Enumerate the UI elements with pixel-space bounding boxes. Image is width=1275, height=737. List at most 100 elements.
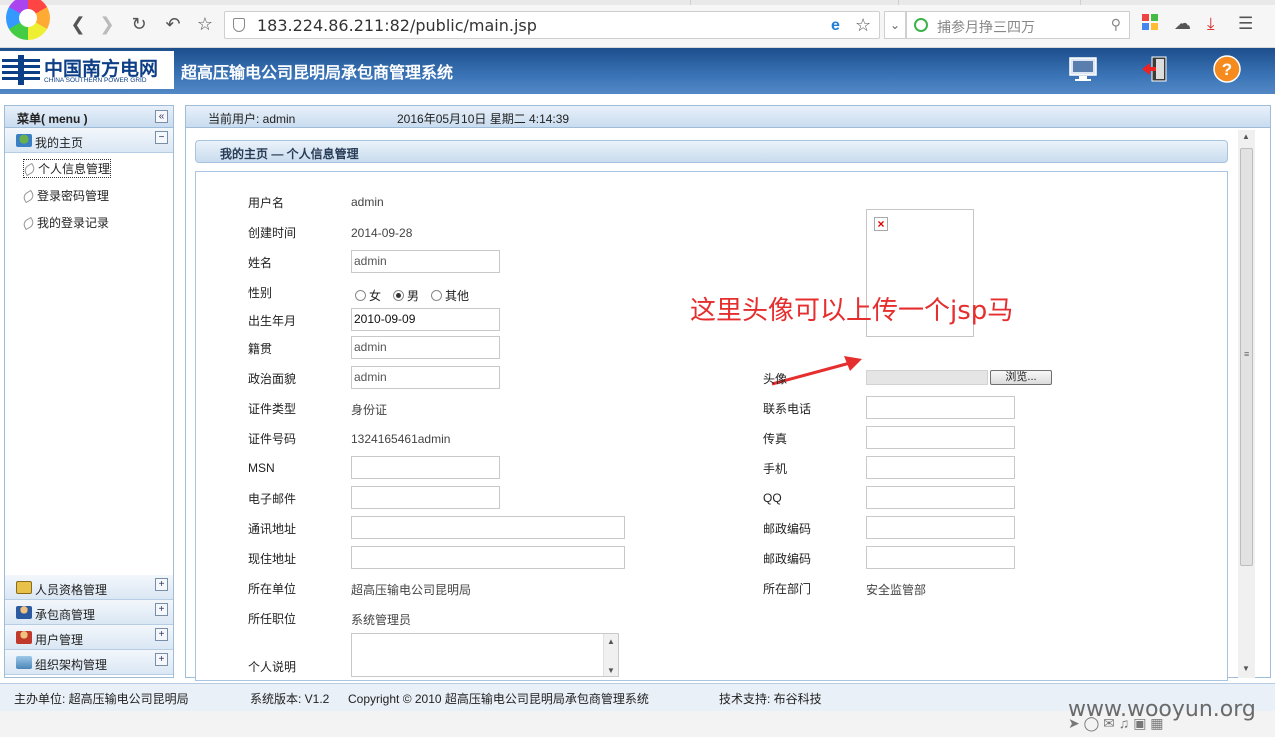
sidebar-group-organization[interactable]: 组织架构管理 + — [5, 650, 173, 675]
menu-icon[interactable]: ☰ — [1238, 14, 1253, 34]
zip-label-2: 邮政编码 — [763, 552, 812, 566]
sidebar-group-label: 人员资格管理 — [35, 583, 108, 597]
msn-field[interactable] — [351, 456, 500, 479]
help-icon[interactable]: ? — [1212, 54, 1242, 84]
address-field[interactable] — [351, 516, 625, 539]
sidebar-group-contractor[interactable]: 承包商管理 + — [5, 600, 173, 625]
name-field[interactable]: admin — [351, 250, 500, 273]
url-text[interactable]: 183.224.86.211:82/public/main.jsp — [257, 16, 537, 35]
address-bar[interactable]: 183.224.86.211:82/public/main.jsp e ☆ — [224, 11, 880, 39]
undo-icon[interactable]: ↶ — [162, 13, 184, 35]
fax-field[interactable] — [866, 426, 1015, 449]
native-field[interactable]: admin — [351, 336, 500, 359]
sidebar-item-label: 登录密码管理 — [37, 189, 110, 203]
svg-text:?: ? — [1222, 60, 1232, 79]
radio-label: 男 — [407, 289, 420, 303]
sidebar-item-profile[interactable]: 个人信息管理 — [22, 159, 112, 178]
sidebar-group-qualification[interactable]: 人员资格管理 + — [5, 575, 173, 600]
id-card-icon — [16, 581, 32, 594]
scroll-down-icon[interactable]: ▼ — [604, 666, 618, 675]
annotation-text: 这里头像可以上传一个jsp马 — [690, 296, 1014, 326]
phone-field[interactable] — [866, 396, 1015, 419]
current-address-field[interactable] — [351, 546, 625, 569]
radio-icon — [355, 290, 366, 301]
scroll-up-icon[interactable]: ▲ — [604, 637, 618, 646]
tab-strip[interactable] — [0, 0, 1275, 5]
chevron-down-icon[interactable]: ⌄ — [884, 11, 906, 39]
unit-label: 所在单位 — [248, 582, 297, 596]
sidebar-group-home[interactable]: 我的主页 − — [5, 128, 173, 153]
dept-label: 所在部门 — [763, 582, 812, 596]
sidebar-item-login-records[interactable]: 我的登录记录 — [21, 214, 110, 231]
favorite-star-icon[interactable]: ☆ — [855, 15, 871, 36]
bookmark-icon[interactable]: ☆ — [194, 13, 216, 35]
email-field[interactable] — [351, 486, 500, 509]
collapse-group-button[interactable]: − — [155, 131, 168, 144]
gender-female-radio[interactable]: 女 — [355, 287, 381, 304]
position-value: 系统管理员 — [351, 613, 412, 627]
expand-group-button[interactable]: + — [155, 603, 168, 616]
download-icon[interactable]: ⤓ — [1207, 14, 1215, 34]
current-address-label: 现住地址 — [248, 552, 297, 566]
expand-group-button[interactable]: + — [155, 578, 168, 591]
reload-icon[interactable]: ↻ — [128, 13, 150, 35]
avatar-file-input[interactable] — [866, 370, 988, 385]
app-header: 中国南方电网 CHINA SOUTHERN POWER GRID 超高压输电公司… — [0, 48, 1275, 94]
scroll-down-icon[interactable]: ▼ — [1242, 664, 1250, 673]
expand-group-button[interactable]: + — [155, 628, 168, 641]
ie-mode-icon[interactable]: e — [831, 17, 840, 35]
logout-icon[interactable] — [1140, 54, 1170, 84]
monitor-icon[interactable] — [1068, 54, 1098, 84]
sidebar-group-label: 承包商管理 — [35, 608, 96, 622]
username-value: admin — [351, 195, 384, 209]
remark-textarea[interactable]: ▲ ▼ — [351, 633, 619, 677]
radio-checked-icon — [393, 290, 404, 301]
breadcrumb-text: 我的主页 — 个人信息管理 — [220, 147, 359, 161]
sidebar-group-users[interactable]: 用户管理 + — [5, 625, 173, 650]
name-label: 姓名 — [248, 256, 273, 270]
browser-logo-icon[interactable] — [6, 0, 50, 40]
search-input[interactable]: 捕参月挣三四万 ⚲ — [906, 11, 1130, 39]
username-label: 用户名 — [248, 196, 285, 210]
sidebar-item-password[interactable]: 登录密码管理 — [21, 187, 110, 204]
apps-grid-icon[interactable] — [1142, 14, 1158, 35]
expand-group-button[interactable]: + — [155, 653, 168, 666]
sidebar-header: 菜单( menu ) « — [5, 106, 173, 128]
mobile-label: 手机 — [763, 462, 788, 476]
radio-label: 其他 — [445, 289, 470, 303]
gender-other-radio[interactable]: 其他 — [431, 287, 469, 304]
birth-label: 出生年月 — [248, 314, 297, 328]
browse-button[interactable]: 浏览... — [990, 370, 1052, 385]
gender-male-radio[interactable]: 男 — [393, 287, 419, 304]
political-label: 政治面貌 — [248, 372, 297, 386]
grid-logo-icon — [2, 55, 40, 85]
scroll-up-icon[interactable]: ▲ — [1242, 132, 1250, 141]
shield-icon — [233, 18, 245, 32]
brand-name-en: CHINA SOUTHERN POWER GRID — [44, 77, 147, 84]
birth-field[interactable]: 2010-09-09 — [351, 308, 500, 331]
building-icon — [16, 656, 32, 669]
sidebar-item-label: 我的登录记录 — [37, 216, 110, 230]
radio-label: 女 — [369, 289, 382, 303]
page-scrollbar[interactable]: ▲ ≡ ▼ — [1238, 130, 1255, 678]
search-icon[interactable]: ⚲ — [1111, 16, 1121, 33]
sidebar-collapsed-groups: 人员资格管理 + 承包商管理 + 用户管理 + 组织架构管理 + — [5, 575, 173, 675]
collapse-sidebar-button[interactable]: « — [155, 110, 168, 123]
political-field[interactable]: admin — [351, 366, 500, 389]
brand-logo: 中国南方电网 CHINA SOUTHERN POWER GRID — [0, 51, 174, 89]
sidebar-group-label: 我的主页 — [35, 136, 84, 150]
forward-icon[interactable]: ❯ — [96, 13, 118, 35]
worker-icon — [16, 606, 32, 619]
textarea-scrollbar[interactable]: ▲ ▼ — [603, 634, 618, 676]
watermark: www.wooyun.org — [1068, 697, 1256, 722]
current-datetime: 2016年05月10日 星期二 4:14:39 — [397, 112, 570, 126]
cloud-icon[interactable]: ☁ — [1174, 14, 1191, 34]
qq-field[interactable] — [866, 486, 1015, 509]
scroll-thumb[interactable]: ≡ — [1240, 148, 1253, 566]
mobile-field[interactable] — [866, 456, 1015, 479]
msn-label: MSN — [248, 461, 275, 475]
back-icon[interactable]: ❮ — [67, 13, 89, 35]
zip-field-2[interactable] — [866, 546, 1015, 569]
zip-field-1[interactable] — [866, 516, 1015, 539]
leaf-icon — [21, 216, 36, 231]
